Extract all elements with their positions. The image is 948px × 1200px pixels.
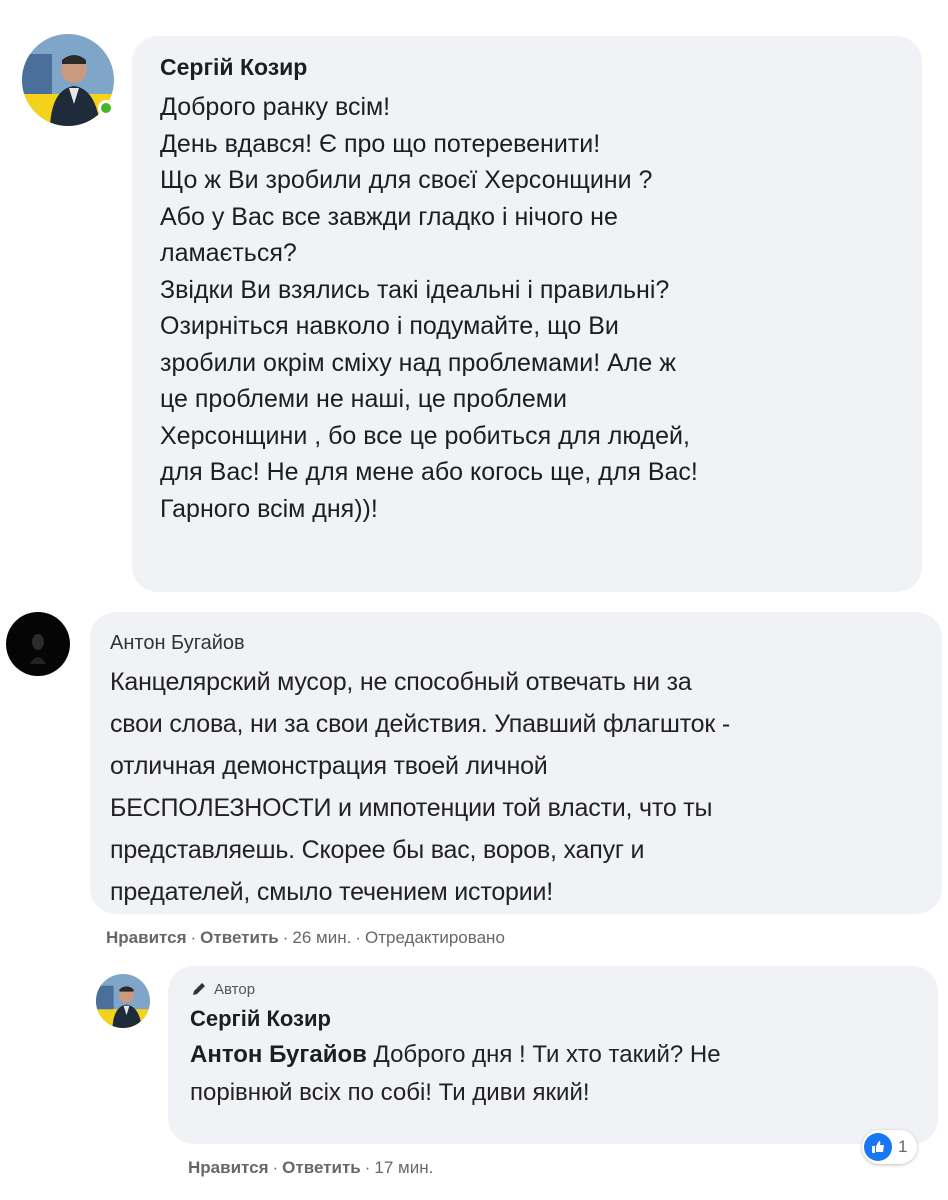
timestamp[interactable]: 26 мин. [292,928,351,947]
reaction-count[interactable]: 1 [862,1130,918,1164]
mention-link[interactable]: Антон Бугайов [190,1041,367,1068]
reply-author[interactable]: Сергій Козир [190,1006,916,1032]
comment-author[interactable]: Сергій Козир [160,54,894,81]
avatar-kozyr-small[interactable] [96,974,150,1028]
reply-link[interactable]: Ответить [282,1158,361,1177]
author-badge: Автор [190,980,916,998]
reply-actions: Нравится · Ответить · 17 мин. [188,1158,434,1177]
cropped-top-text [0,0,948,14]
cropped-bottom-text [0,1190,948,1200]
comment-author[interactable]: Антон Бугайов [110,632,922,655]
like-reaction-icon [864,1133,892,1161]
comment-bubble: Сергій Козир Доброго ранку всім! День вд… [132,36,922,592]
avatar-buhaiov[interactable] [6,612,70,676]
comment-text: Доброго ранку всім! День вдався! Є про щ… [160,93,698,523]
reply-bubble: Автор Сергій Козир Антон Бугайов Доброго… [168,966,938,1144]
reply-link[interactable]: Ответить [200,928,279,947]
comments-thread: Сергій Козир Доброго ранку всім! День вд… [0,0,948,1200]
comment-bubble: Антон Бугайов Канцелярский мусор, не спо… [90,612,942,914]
comment-text: Канцелярский мусор, не способный отвечат… [110,668,730,906]
online-status-dot [98,100,114,116]
like-link[interactable]: Нравится [188,1158,269,1177]
comment-actions: Нравится · Ответить · 26 мин. · Отредактирован… [106,928,505,947]
like-link[interactable]: Нравится [106,928,187,947]
timestamp[interactable]: 17 мин. [374,1158,433,1177]
reply-text: Антон Бугайов Доброго дня ! Ти хто такий… [190,1041,721,1106]
edited-label: Отредактировано [365,928,505,947]
pen-icon [190,980,208,998]
